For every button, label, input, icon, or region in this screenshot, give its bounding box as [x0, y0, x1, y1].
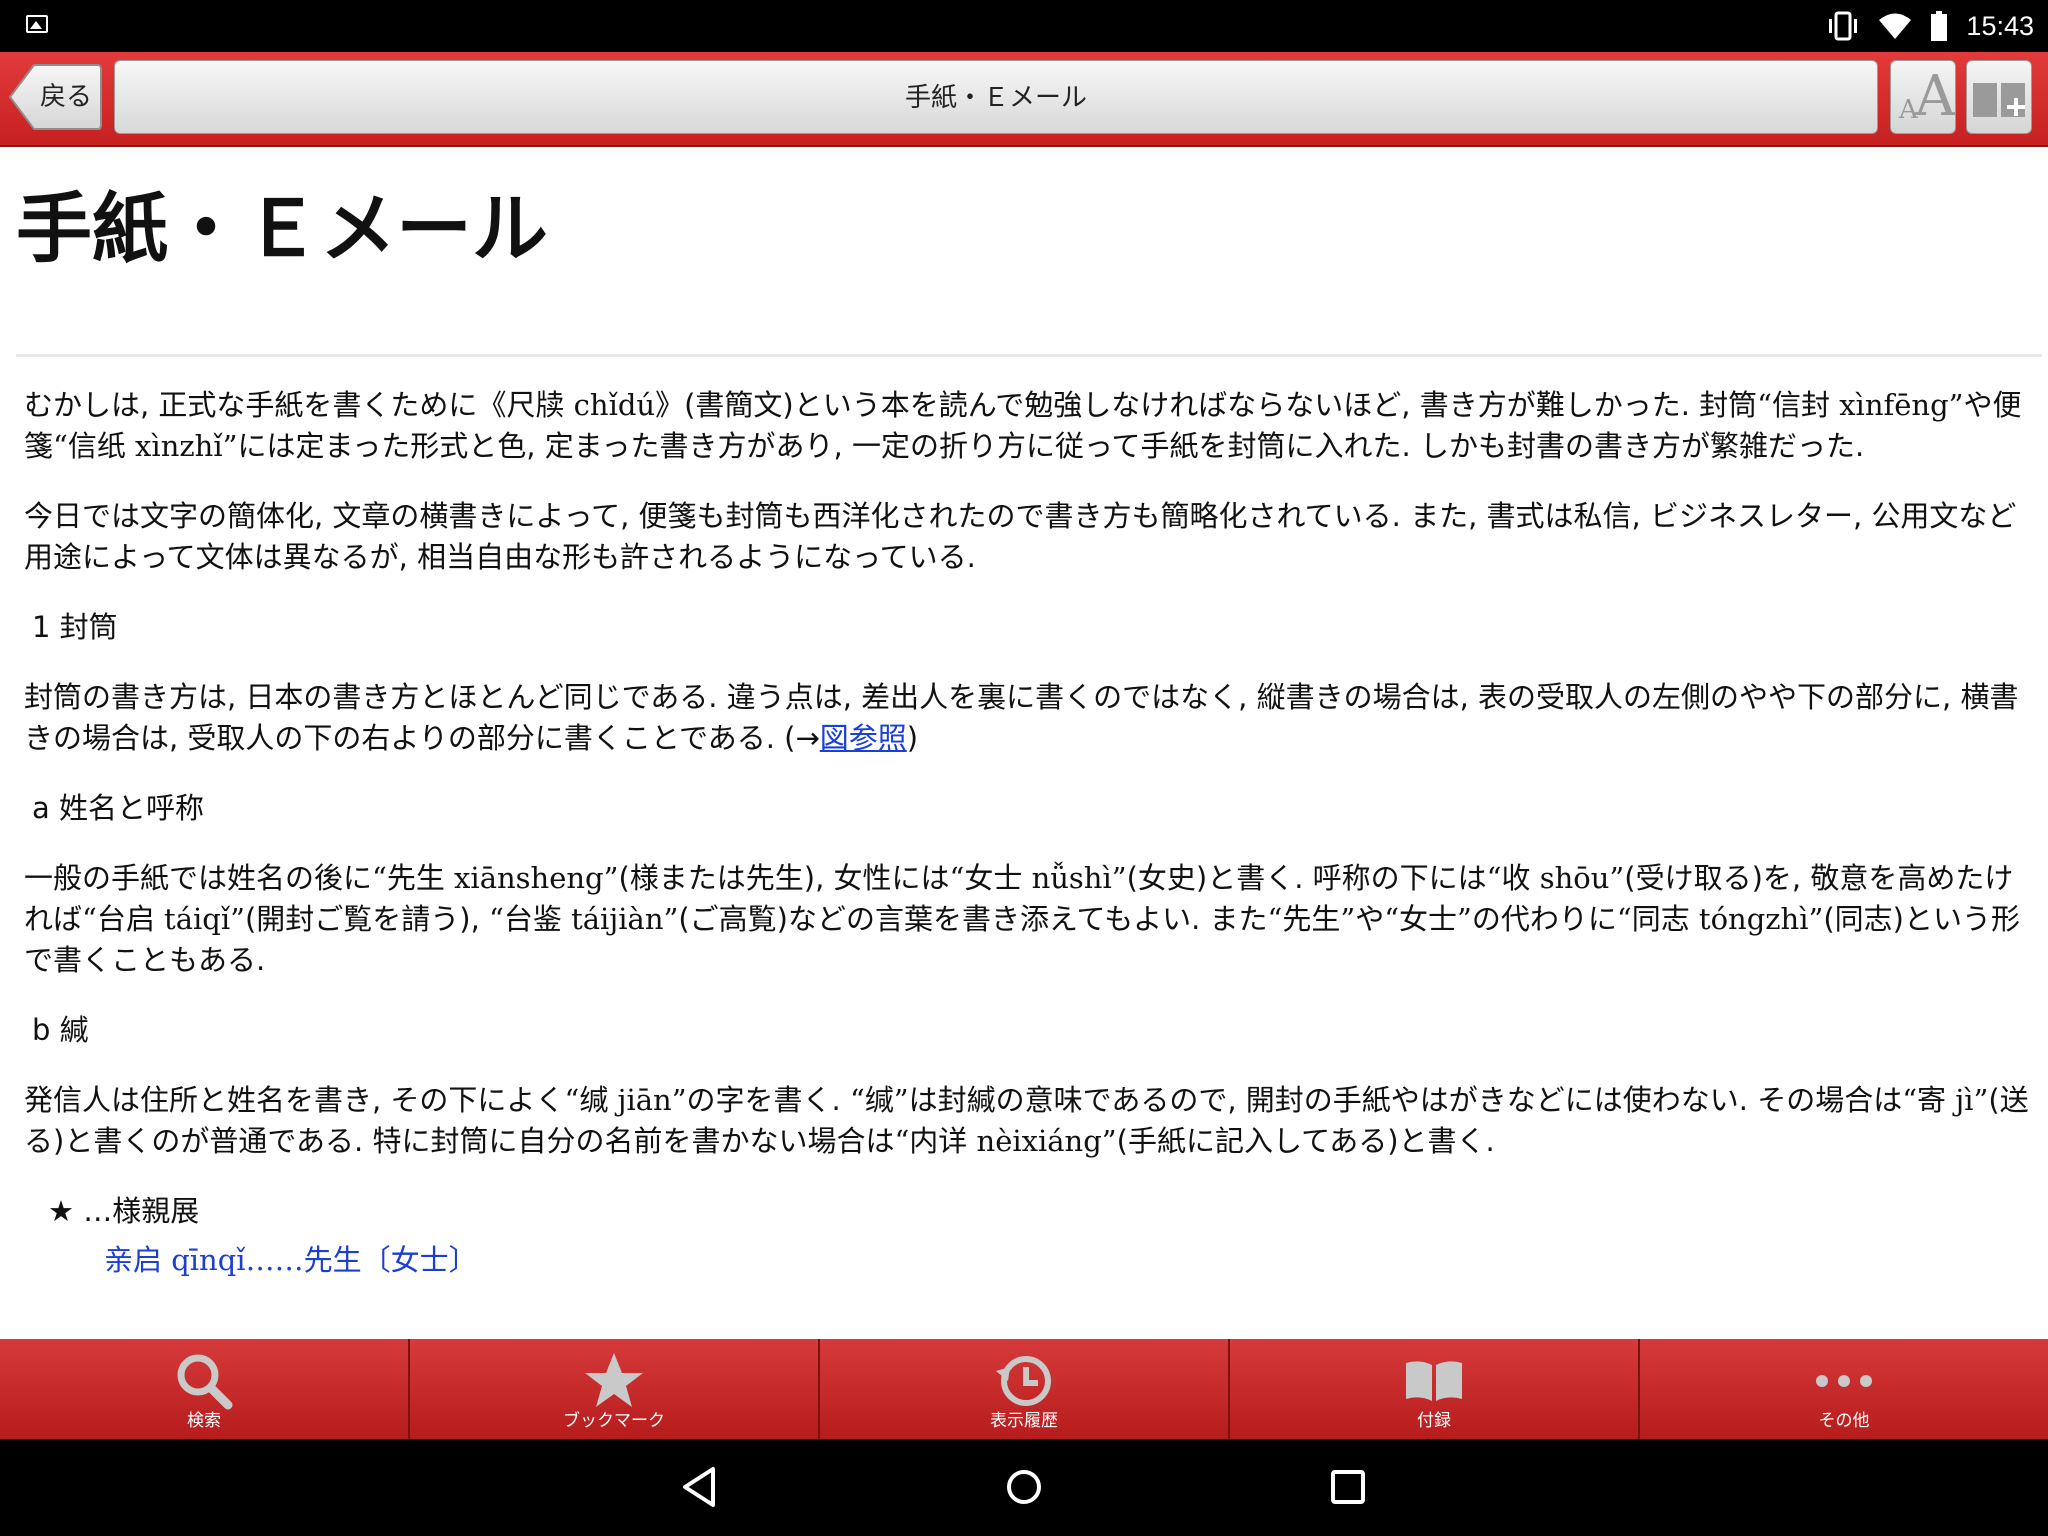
chinese-term: “缄”: [849, 1083, 909, 1117]
chinese-term: “先生 xiānsheng”: [372, 861, 619, 895]
back-nav-icon[interactable]: [675, 1461, 727, 1513]
text: むかしは, 正式な手紙を書くために: [24, 388, 478, 422]
chinese-term: “台鉴 táijiàn”: [489, 902, 679, 936]
paragraph-name: 一般の手紙では姓名の後に“先生 xiānsheng”(様または先生), 女性には…: [24, 858, 2030, 981]
star-icon: [585, 1353, 643, 1407]
tab-bookmark[interactable]: ブックマーク: [410, 1339, 820, 1439]
status-icons: 15:43: [1826, 0, 2034, 52]
section-heading-seal: b 緘: [32, 1013, 89, 1047]
tab-label: その他: [1818, 1411, 1870, 1431]
text: (手紙に記入してある)と書く.: [1116, 1124, 1495, 1158]
text: には定まった形式と色, 定まった書き方があり, 一定の折り方に従って手紙を封筒に…: [237, 429, 1865, 463]
home-nav-icon[interactable]: [998, 1461, 1050, 1513]
system-nav-bar: [0, 1439, 2048, 1536]
chinese-term: “内详 nèixiáng”: [894, 1124, 1117, 1158]
article-body: むかしは, 正式な手紙を書くために《尺牍 chǐdú》(書簡文)という本を読んで…: [24, 385, 2030, 1281]
paragraph-intro: むかしは, 正式な手紙を書くために《尺牍 chǐdú》(書簡文)という本を読んで…: [24, 385, 2030, 467]
bottom-tab-bar: 検索 ブックマーク 表示履歴 付録 その他: [0, 1339, 2048, 1439]
recents-nav-icon[interactable]: [1322, 1461, 1374, 1513]
figure-reference-link[interactable]: 図参照: [820, 721, 907, 755]
text: (書簡文)という本を読んで勉強しなければならないほど, 書き方が難しかった. 封…: [684, 388, 1758, 422]
more-icon: [1816, 1375, 1872, 1387]
chinese-term: “先生”: [1267, 902, 1356, 936]
book-icon: [1406, 1361, 1462, 1401]
text: の代わりに: [1471, 902, 1617, 936]
chinese-term: “寄 jì”: [1902, 1083, 1989, 1117]
text: 一般の手紙では姓名の後に: [24, 861, 373, 895]
chinese-term: “女士 nǚshì”: [949, 861, 1127, 895]
section-heading-name: a 姓名と呼称: [32, 791, 204, 825]
vibrate-icon: [1829, 11, 1858, 41]
tab-label: ブックマーク: [563, 1411, 665, 1431]
tab-search[interactable]: 検索: [0, 1339, 410, 1439]
chinese-term: “信封 xìnfēng”: [1757, 388, 1964, 422]
section-heading-envelope: 1 封筒: [32, 610, 118, 644]
image-notification-icon: [26, 15, 48, 33]
search-icon: [177, 1354, 233, 1410]
text: (開封ご覧を請う),: [244, 902, 490, 936]
text: や: [1355, 902, 1385, 936]
back-button[interactable]: 戻る: [8, 62, 103, 132]
chinese-term: “信纸 xìnzhǐ”: [53, 429, 238, 463]
tab-label: 検索: [187, 1411, 221, 1431]
font-size-button[interactable]: A A: [1890, 60, 1956, 134]
text: の字を書く.: [686, 1083, 850, 1117]
clock: 15:43: [1966, 10, 2034, 41]
chinese-term: “台启 táiqǐ”: [82, 902, 245, 936]
history-icon: [996, 1356, 1051, 1406]
article-content: 手紙・Ｅメール むかしは, 正式な手紙を書くために《尺牍 chǐdú》(書簡文)…: [0, 147, 2048, 1339]
chinese-term: “同志 tóngzhì”: [1616, 902, 1824, 936]
title-divider: [16, 354, 2042, 357]
tab-label: 付録: [1417, 1411, 1451, 1431]
chinese-term: 《尺牍 chǐdú》: [477, 388, 685, 422]
tab-history[interactable]: 表示履歴: [820, 1339, 1230, 1439]
tab-more[interactable]: その他: [1640, 1339, 2048, 1439]
tab-label: 表示履歴: [990, 1411, 1058, 1431]
wifi-icon: [1879, 13, 1912, 39]
title-bar: 手紙・Ｅメール: [114, 60, 1878, 134]
battery-icon: [1931, 11, 1948, 41]
text: は封緘の意味であるので, 開封の手紙やはがきなどには使わない. その場合は: [908, 1083, 1903, 1117]
page-title: 手紙・Ｅメール: [16, 184, 548, 273]
tab-appendix[interactable]: 付録: [1230, 1339, 1640, 1439]
book-add-icon: [1973, 83, 2025, 117]
bookmark-add-button[interactable]: [1966, 60, 2032, 134]
text: 封筒の書き方は, 日本の書き方とほとんど同じである. 違う点は, 差出人を裏に書…: [24, 680, 2019, 755]
paragraph-envelope: 封筒の書き方は, 日本の書き方とほとんど同じである. 違う点は, 差出人を裏に書…: [24, 677, 2030, 759]
text: (女史)と書く. 呼称の下には: [1126, 861, 1487, 895]
example-heading: ★ …様親展: [48, 1194, 200, 1228]
chinese-term: “收 shōu”: [1486, 861, 1625, 895]
back-label: 戻る: [40, 82, 93, 112]
text: ): [906, 721, 919, 755]
chinese-term: “缄 jiān”: [564, 1083, 687, 1117]
chinese-term: “女士”: [1384, 902, 1472, 936]
example-text: 亲启 qīnqǐ……先生〔女士〕: [104, 1243, 478, 1277]
font-size-large-a: A: [1915, 64, 1956, 129]
text: (様または先生), 女性には: [618, 861, 950, 895]
toolbar: 戻る 手紙・Ｅメール A A: [0, 52, 2048, 147]
paragraph-seal: 発信人は住所と姓名を書き, その下によく“缄 jiān”の字を書く. “缄”は封…: [24, 1080, 2030, 1162]
text: (ご高覧)などの言葉を書き添えてもよい. また: [678, 902, 1268, 936]
status-bar: 15:43: [0, 0, 2048, 52]
paragraph-modern: 今日では文字の簡体化, 文章の横書きによって, 便箋も封筒も西洋化されたので書き…: [24, 499, 2017, 574]
text: 発信人は住所と姓名を書き, その下によく: [24, 1083, 565, 1117]
